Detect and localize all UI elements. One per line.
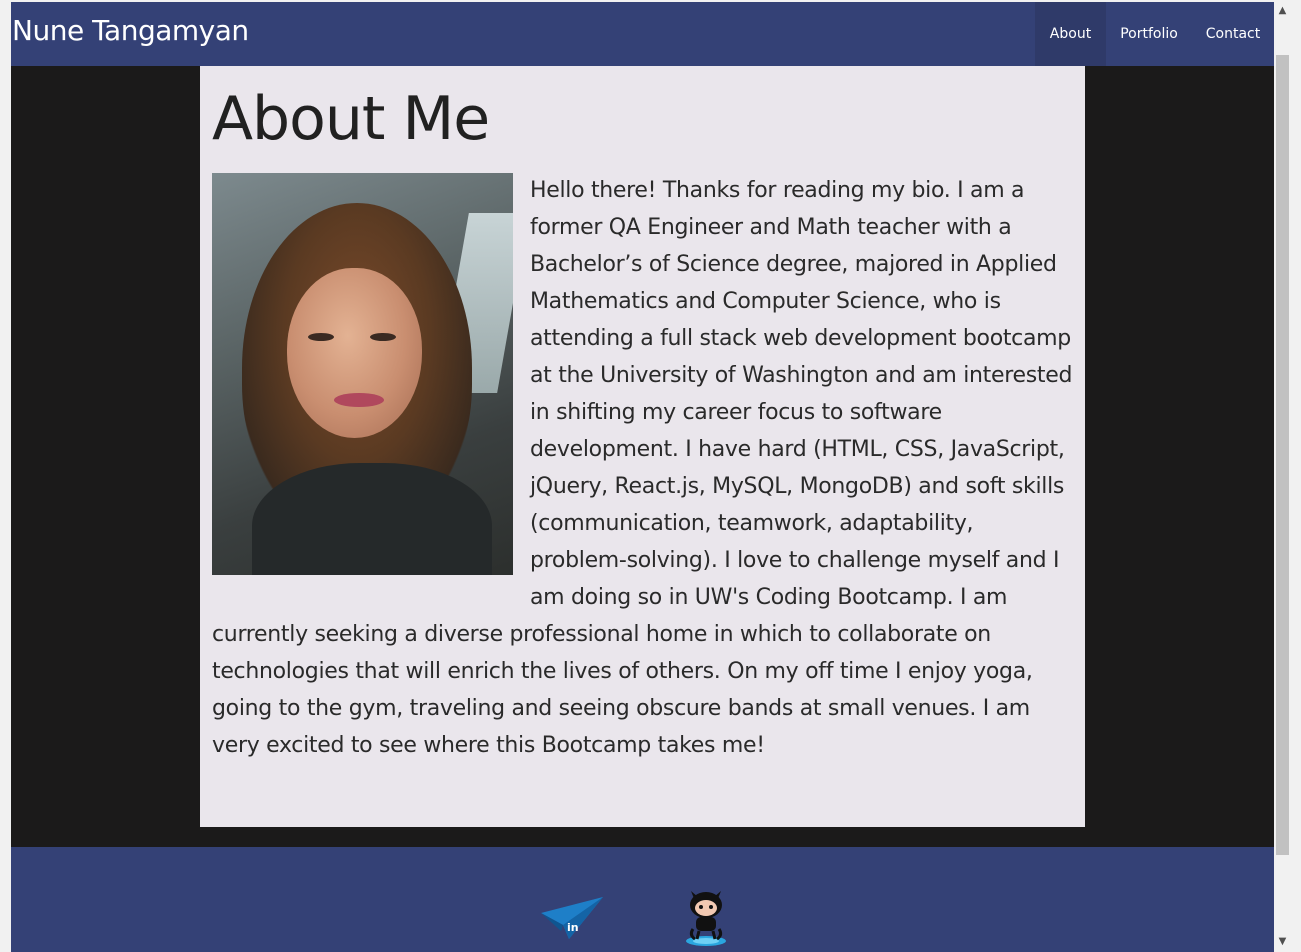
- about-card: About Me Hello there! Thanks for reading…: [200, 66, 1085, 827]
- bio-section: Hello there! Thanks for reading my bio. …: [212, 172, 1074, 764]
- left-eye: [308, 333, 334, 341]
- shirt: [252, 463, 492, 575]
- linkedin-badge: in: [567, 921, 579, 934]
- page-title: About Me: [212, 84, 490, 154]
- linkedin-icon[interactable]: in: [539, 895, 605, 941]
- page: Nune Tangamyan About Portfolio Contact A…: [11, 2, 1274, 952]
- nav-contact[interactable]: Contact: [1192, 2, 1274, 66]
- lips: [334, 393, 384, 407]
- scroll-down-arrow[interactable]: ▼: [1274, 933, 1291, 950]
- footer: in: [11, 847, 1274, 952]
- brand-link[interactable]: Nune Tangamyan: [12, 14, 249, 47]
- profile-photo: [212, 173, 513, 575]
- right-eye: [370, 333, 396, 341]
- scroll-thumb[interactable]: [1276, 55, 1289, 855]
- github-icon[interactable]: [681, 883, 731, 947]
- navbar: Nune Tangamyan About Portfolio Contact: [11, 2, 1274, 66]
- nav-about[interactable]: About: [1035, 2, 1106, 66]
- scroll-up-arrow[interactable]: ▲: [1274, 2, 1291, 19]
- nav-portfolio[interactable]: Portfolio: [1106, 2, 1192, 66]
- face-shape: [287, 268, 422, 438]
- vertical-scrollbar[interactable]: ▲ ▼: [1274, 0, 1291, 952]
